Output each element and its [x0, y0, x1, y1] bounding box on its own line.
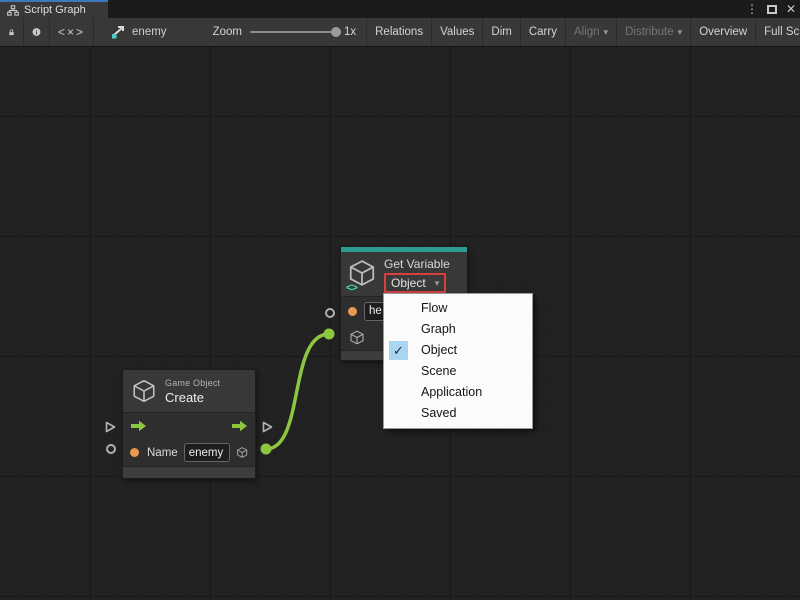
- wire-source-port[interactable]: [261, 444, 272, 455]
- title-bar: Script Graph ⋮ ✕: [0, 0, 800, 18]
- menu-item-saved[interactable]: Saved: [384, 403, 532, 424]
- create-body: Name: [123, 412, 255, 466]
- node-category: Game Object: [165, 378, 220, 388]
- distribute-button[interactable]: Distribute ▾: [617, 18, 691, 46]
- zoom-value: 1x: [344, 26, 356, 38]
- breadcrumb-label: enemy: [132, 26, 167, 38]
- code-icon: <×>: [58, 25, 85, 39]
- info-icon: i: [32, 25, 41, 39]
- create-node[interactable]: Game Object Create Name: [122, 369, 256, 479]
- create-footer: [123, 466, 255, 478]
- graph-canvas[interactable]: <> Get Variable Object ▾: [0, 47, 800, 600]
- dim-button[interactable]: Dim: [483, 18, 520, 46]
- scope-context-menu: Flow Graph ✓ Object Scene Application Sa…: [383, 293, 533, 429]
- menu-item-object[interactable]: ✓ Object: [384, 340, 532, 361]
- info-button[interactable]: i: [24, 18, 50, 46]
- menu-item-application[interactable]: Application: [384, 382, 532, 403]
- create-header: Game Object Create: [123, 370, 255, 412]
- graph-tab-icon: [7, 5, 19, 16]
- string-port-icon[interactable]: [348, 307, 357, 316]
- variable-cube-icon: <>: [347, 257, 379, 293]
- menu-item-flow[interactable]: Flow: [384, 298, 532, 319]
- breadcrumb[interactable]: enemy: [100, 18, 177, 46]
- name-input-port[interactable]: [325, 308, 335, 318]
- chevron-down-icon: ▾: [604, 27, 609, 38]
- menu-item-graph[interactable]: Graph: [384, 319, 532, 340]
- chevron-down-icon: ▾: [435, 278, 440, 289]
- flow-in-arrow-icon[interactable]: [130, 420, 147, 432]
- overview-button[interactable]: Overview: [691, 18, 756, 46]
- check-icon: ✓: [389, 341, 408, 360]
- graph-toolbar: i <×> enemy Zoom 1x Relations Values Dim: [0, 18, 800, 47]
- name-input[interactable]: [184, 443, 230, 462]
- wire-target-port[interactable]: [324, 329, 335, 340]
- param-label: Name: [147, 447, 178, 459]
- align-button[interactable]: Align ▾: [566, 18, 617, 46]
- tab-title: Script Graph: [24, 4, 86, 16]
- get-variable-header: <> Get Variable Object ▾: [341, 252, 467, 296]
- window-menu-icon[interactable]: ⋮: [746, 0, 758, 18]
- zoom-control: Zoom 1x: [203, 18, 368, 46]
- gameobject-cube-icon: [131, 377, 157, 405]
- menu-item-scene[interactable]: Scene: [384, 361, 532, 382]
- gameobject-cube-icon: [236, 444, 248, 461]
- variable-scope-dropdown[interactable]: Object ▾: [384, 273, 446, 293]
- full-screen-button[interactable]: Full Screen: [756, 18, 800, 46]
- script-graph-window: Script Graph ⋮ ✕ i <×>: [0, 0, 800, 600]
- toolbar-actions: Relations Values Dim Carry Align ▾ Distr…: [367, 18, 800, 46]
- maximize-icon[interactable]: [767, 5, 777, 14]
- close-icon[interactable]: ✕: [786, 0, 796, 18]
- carry-button[interactable]: Carry: [521, 18, 566, 46]
- flow-out-arrow-icon[interactable]: [231, 420, 248, 432]
- graph-breadcrumb-icon: [110, 25, 126, 39]
- gameobject-cube-icon: [349, 329, 365, 346]
- name-value-port[interactable]: [106, 444, 116, 454]
- flow-row: [123, 413, 255, 439]
- lock-icon: [8, 26, 15, 39]
- zoom-slider-handle[interactable]: [331, 27, 341, 37]
- zoom-label: Zoom: [213, 26, 242, 38]
- code-angle-icon: <>: [346, 282, 357, 294]
- flow-output-port[interactable]: [261, 420, 274, 434]
- flow-input-port[interactable]: [104, 420, 117, 434]
- svg-text:i: i: [36, 29, 38, 36]
- tab-script-graph[interactable]: Script Graph: [0, 0, 108, 18]
- code-view-button[interactable]: <×>: [50, 18, 94, 46]
- zoom-slider[interactable]: [250, 31, 336, 33]
- node-title: Get Variable: [384, 257, 450, 271]
- relations-button[interactable]: Relations: [367, 18, 432, 46]
- string-port-icon[interactable]: [130, 448, 139, 457]
- lock-button[interactable]: [0, 18, 24, 46]
- chevron-down-icon: ▾: [678, 27, 683, 38]
- node-title: Create: [165, 390, 220, 405]
- values-button[interactable]: Values: [432, 18, 483, 46]
- name-param-row: Name: [123, 439, 255, 466]
